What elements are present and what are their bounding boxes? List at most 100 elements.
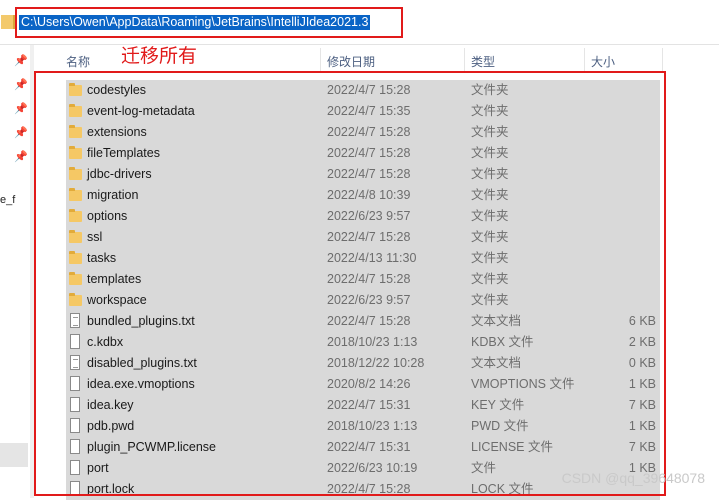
address-bar[interactable]: C:\Users\Owen\AppData\Roaming\JetBrains\… xyxy=(0,0,719,45)
column-divider[interactable] xyxy=(662,48,663,72)
file-size: 0 KB xyxy=(628,356,656,370)
address-path[interactable]: C:\Users\Owen\AppData\Roaming\JetBrains\… xyxy=(19,15,371,30)
file-date: 2022/4/8 10:39 xyxy=(327,188,411,202)
file-row[interactable]: disabled_plugins.txt 2018/12/22 10:28 文本文档… xyxy=(66,353,660,374)
file-date: 2022/4/13 11:30 xyxy=(327,251,417,265)
pin-icon[interactable]: 📌 xyxy=(14,54,28,67)
column-divider[interactable] xyxy=(320,48,321,72)
file-row[interactable]: workspace 2022/6/23 9:57 文件夹 xyxy=(66,290,660,311)
pin-icon[interactable]: 📌 xyxy=(14,78,28,91)
file-name: c.kdbx xyxy=(87,335,124,349)
column-header-size[interactable]: 大小 xyxy=(591,53,615,70)
file-icon xyxy=(70,376,80,391)
file-date: 2022/4/7 15:28 xyxy=(327,272,411,286)
file-type: 文件夹 xyxy=(471,167,509,181)
file-date: 2022/4/7 15:28 xyxy=(327,83,411,97)
file-icon xyxy=(70,439,80,454)
navigation-pane: 📌 📌 📌 📌 📌 e_f xyxy=(0,45,34,498)
file-icon xyxy=(70,481,80,496)
file-row[interactable]: bundled_plugins.txt 2022/4/7 15:28 文本文档 6 K… xyxy=(66,311,660,332)
file-type: 文件夹 xyxy=(471,251,509,265)
file-type: 文件夹 xyxy=(471,125,509,139)
file-size: 1 KB xyxy=(628,377,656,391)
file-icon xyxy=(70,397,80,412)
file-name: ssl xyxy=(87,230,103,244)
file-name: bundled_plugins.txt xyxy=(87,314,195,328)
file-row[interactable]: c.kdbx 2018/10/23 1:13 KDBX 文件 2 KB xyxy=(66,332,660,353)
file-name: idea.key xyxy=(87,398,134,412)
folder-icon xyxy=(69,293,82,306)
nav-item-truncated[interactable]: e_f xyxy=(0,194,15,206)
folder-icon xyxy=(69,209,82,222)
file-icon xyxy=(70,418,80,433)
file-name: extensions xyxy=(87,125,147,139)
folder-icon xyxy=(69,83,82,96)
file-name: jdbc-drivers xyxy=(87,167,152,181)
file-icon xyxy=(70,460,80,475)
file-name: pdb.pwd xyxy=(87,419,135,433)
nav-scrollbar[interactable] xyxy=(30,45,34,498)
nav-item-selected[interactable] xyxy=(0,443,28,467)
file-type: 文件夹 xyxy=(471,230,509,244)
file-date: 2022/4/7 15:35 xyxy=(327,104,411,118)
file-type: 文本文档 xyxy=(471,314,522,328)
file-name: plugin_PCWMP.license xyxy=(87,440,216,454)
file-row[interactable]: event-log-metadata 2022/4/7 15:35 文件夹 xyxy=(66,101,660,122)
file-type: 文件夹 xyxy=(471,188,509,202)
file-type: 文件夹 xyxy=(471,209,509,223)
file-row[interactable]: extensions 2022/4/7 15:28 文件夹 xyxy=(66,122,660,143)
file-date: 2022/4/7 15:28 xyxy=(327,146,411,160)
annotation-text: 迁移所有 xyxy=(121,45,198,67)
pin-icon[interactable]: 📌 xyxy=(14,126,28,139)
folder-icon xyxy=(69,167,82,180)
file-type: 文件夹 xyxy=(471,293,509,307)
file-type: 文件夹 xyxy=(471,83,509,97)
file-row[interactable]: migration 2022/4/8 10:39 文件夹 xyxy=(66,185,660,206)
file-name: idea.exe.vmoptions xyxy=(87,377,195,391)
file-row[interactable]: tasks 2022/4/13 11:30 文件夹 xyxy=(66,248,660,269)
file-date: 2022/4/7 15:28 xyxy=(327,482,411,496)
file-date: 2022/4/7 15:31 xyxy=(327,440,411,454)
folder-icon xyxy=(1,15,15,29)
file-row[interactable]: idea.exe.vmoptions 2020/8/2 14:26 VMOPTION… xyxy=(66,374,660,395)
file-name: migration xyxy=(87,188,139,202)
pin-icon[interactable]: 📌 xyxy=(14,102,28,115)
folder-icon xyxy=(69,230,82,243)
file-type: LICENSE 文件 xyxy=(471,440,553,454)
file-date: 2022/6/23 10:19 xyxy=(327,461,418,475)
file-row[interactable]: options 2022/6/23 9:57 文件夹 xyxy=(66,206,660,227)
file-name: port.lock xyxy=(87,482,135,496)
folder-icon xyxy=(69,125,82,138)
file-icon xyxy=(70,334,80,349)
column-header-date[interactable]: 修改日期 xyxy=(327,53,375,70)
file-row[interactable]: templates 2022/4/7 15:28 文件夹 xyxy=(66,269,660,290)
file-row[interactable]: codestyles 2022/4/7 15:28 文件夹 xyxy=(66,80,660,101)
file-row[interactable]: jdbc-drivers 2022/4/7 15:28 文件夹 xyxy=(66,164,660,185)
file-date: 2022/4/7 15:28 xyxy=(327,167,411,181)
folder-icon xyxy=(69,188,82,201)
file-name: workspace xyxy=(87,293,147,307)
column-divider[interactable] xyxy=(584,48,585,72)
file-type: 文件夹 xyxy=(471,146,509,160)
file-name: port xyxy=(87,461,109,475)
file-date: 2018/12/22 10:28 xyxy=(327,356,425,370)
pin-icon[interactable]: 📌 xyxy=(14,150,28,163)
column-divider[interactable] xyxy=(464,48,465,72)
file-date: 2022/6/23 9:57 xyxy=(327,209,411,223)
column-header-name[interactable]: 名称 xyxy=(66,53,90,70)
file-size: 1 KB xyxy=(628,419,656,433)
file-type: 文件 xyxy=(471,461,497,475)
folder-icon xyxy=(69,251,82,264)
file-row[interactable]: ssl 2022/4/7 15:28 文件夹 xyxy=(66,227,660,248)
file-type: KEY 文件 xyxy=(471,398,525,412)
file-date: 2022/4/7 15:28 xyxy=(327,230,411,244)
file-name: event-log-metadata xyxy=(87,104,195,118)
file-date: 2020/8/2 14:26 xyxy=(327,377,411,391)
folder-icon xyxy=(69,146,82,159)
file-row[interactable]: plugin_PCWMP.license 2022/4/7 15:31 LICENS… xyxy=(66,437,660,458)
file-row[interactable]: idea.key 2022/4/7 15:31 KEY 文件 7 KB xyxy=(66,395,660,416)
column-header-type[interactable]: 类型 xyxy=(471,53,495,70)
file-row[interactable]: pdb.pwd 2018/10/23 1:13 PWD 文件 1 KB xyxy=(66,416,660,437)
file-type: PWD 文件 xyxy=(471,419,529,433)
file-row[interactable]: fileTemplates 2022/4/7 15:28 文件夹 xyxy=(66,143,660,164)
